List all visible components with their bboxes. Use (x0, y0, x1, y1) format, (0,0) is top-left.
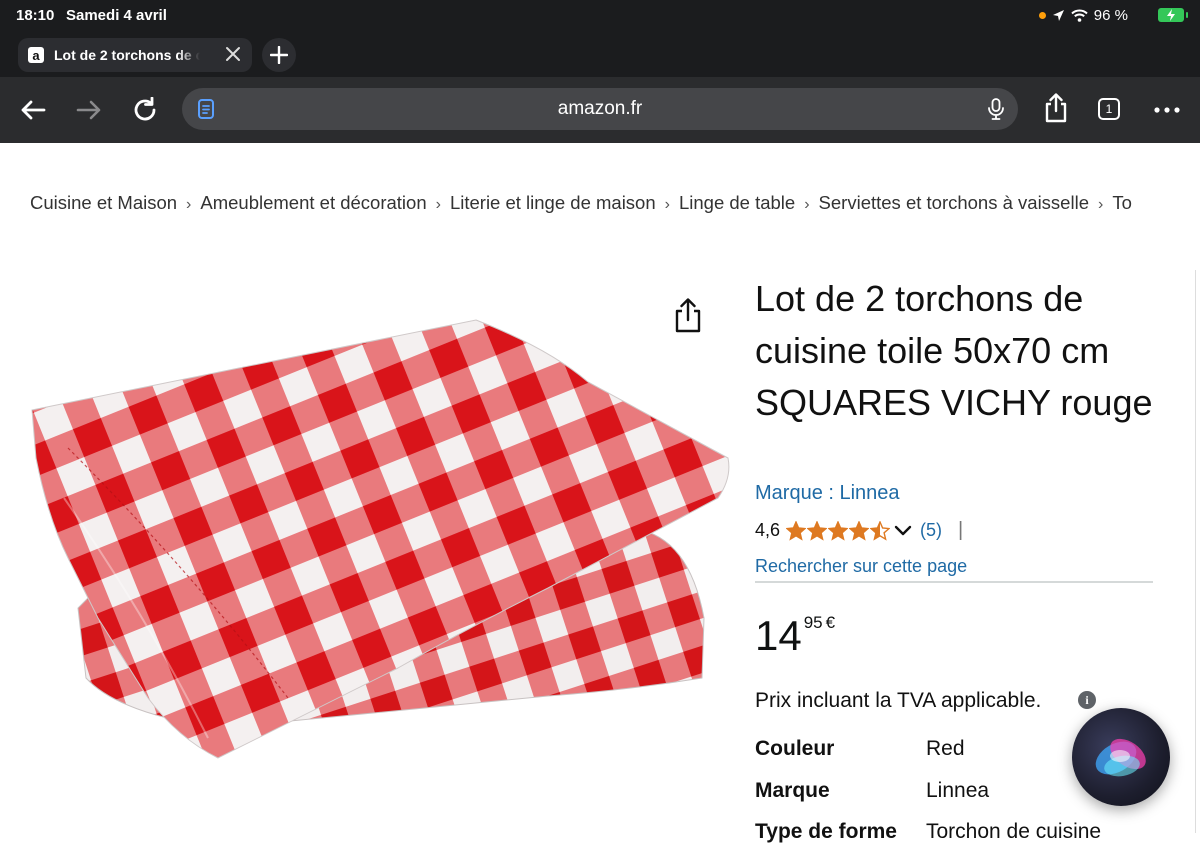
breadcrumb-link[interactable]: Linge de table (679, 192, 795, 213)
amazon-favicon: a (28, 47, 44, 63)
more-icon (1154, 107, 1180, 113)
price-whole: 14 (755, 612, 802, 659)
brand-link[interactable]: Marque : Linnea (755, 482, 900, 505)
product-title: Lot de 2 torchons de cuisine toile 50x70… (755, 278, 1153, 423)
breadcrumb-link[interactable]: To (1112, 192, 1132, 213)
spec-value-shape: Torchon de cuisine (926, 820, 1102, 843)
rating-value: 4,6 (755, 520, 781, 540)
siri-waves (1095, 738, 1146, 777)
price-currency: € (825, 613, 836, 632)
back-icon (21, 100, 46, 120)
star-icon (807, 520, 828, 541)
breadcrumb-separator: › (186, 196, 192, 213)
status-indicators: 96 % (1038, 7, 1128, 24)
spec-value-brand: Linnea (926, 779, 990, 802)
share-icon[interactable] (672, 298, 704, 334)
address-bar[interactable]: amazon.fr (182, 88, 1018, 130)
breadcrumb-separator: › (804, 196, 810, 213)
panel-border (1195, 270, 1196, 833)
star-icon (870, 520, 891, 541)
star-icon (828, 520, 849, 541)
breadcrumb-link[interactable]: Cuisine et Maison (30, 192, 177, 213)
reload-icon (134, 97, 156, 121)
star-icon (786, 520, 807, 541)
forward-button[interactable] (75, 96, 103, 124)
mic-icon[interactable] (986, 98, 1006, 120)
breadcrumb-link[interactable]: Serviettes et torchons à vaisselle (819, 192, 1089, 213)
plus-icon (270, 46, 288, 64)
breadcrumb-separator: › (664, 196, 670, 213)
star-icon (849, 520, 870, 541)
browser-tab[interactable]: a Lot de 2 torchons de cuisine (18, 38, 252, 72)
share-icon (1045, 93, 1067, 123)
status-time: 18:10 (16, 7, 55, 24)
product-image[interactable] (28, 318, 732, 763)
close-icon[interactable] (224, 45, 242, 63)
breadcrumb-separator: › (1097, 196, 1104, 213)
rating-row: 4,6 (5) | (755, 519, 963, 542)
breadcrumb-link[interactable]: Ameublement et décoration (200, 192, 426, 213)
price: 14 95 € (755, 612, 835, 660)
breadcrumb-link[interactable]: Literie et linge de maison (450, 192, 656, 213)
status-and-tab-bar: 18:10 Samedi 4 avril 96 % a Lot de 2 tor… (0, 0, 1200, 77)
share-button[interactable] (1042, 93, 1070, 123)
tabs-button[interactable]: 1 (1098, 98, 1120, 120)
divider (755, 581, 1153, 583)
battery-percent: 96 % (1093, 7, 1128, 24)
breadcrumb: Cuisine et Maison › Ameublement et décorat… (30, 192, 1200, 214)
browser-toolbar: amazon.fr 1 (0, 77, 1200, 143)
battery-icon (1158, 8, 1188, 22)
breadcrumb-separator: › (435, 196, 441, 213)
spec-label-brand: Marque (755, 779, 830, 802)
star-rating[interactable] (786, 520, 891, 541)
spec-label-shape: Type de forme (755, 820, 897, 843)
chevron-down-icon[interactable] (894, 525, 912, 537)
new-tab-button[interactable] (262, 38, 296, 72)
url-text: amazon.fr (557, 98, 643, 119)
rating-count-link[interactable]: (5) (920, 520, 942, 541)
back-button[interactable] (19, 96, 47, 124)
rating-separator: | (958, 519, 964, 541)
reload-button[interactable] (131, 96, 159, 124)
tab-title: Lot de 2 torchons de cuisine (54, 47, 200, 63)
vat-text: Prix incluant la TVA applicable. (755, 689, 1042, 712)
status-date: Samedi 4 avril (66, 7, 167, 24)
search-on-page-link[interactable]: Rechercher sur cette page (755, 556, 967, 577)
wifi-icon (1071, 9, 1088, 22)
more-button[interactable] (1153, 96, 1181, 124)
spec-value-color: Red (926, 737, 965, 760)
location-icon (1052, 10, 1064, 21)
price-fraction: 95 (803, 613, 823, 632)
info-icon[interactable]: i (1078, 691, 1096, 709)
spec-label-color: Couleur (755, 737, 835, 760)
siri-icon[interactable] (1072, 708, 1170, 806)
privacy-indicator (1038, 12, 1046, 19)
forward-icon (76, 100, 101, 120)
